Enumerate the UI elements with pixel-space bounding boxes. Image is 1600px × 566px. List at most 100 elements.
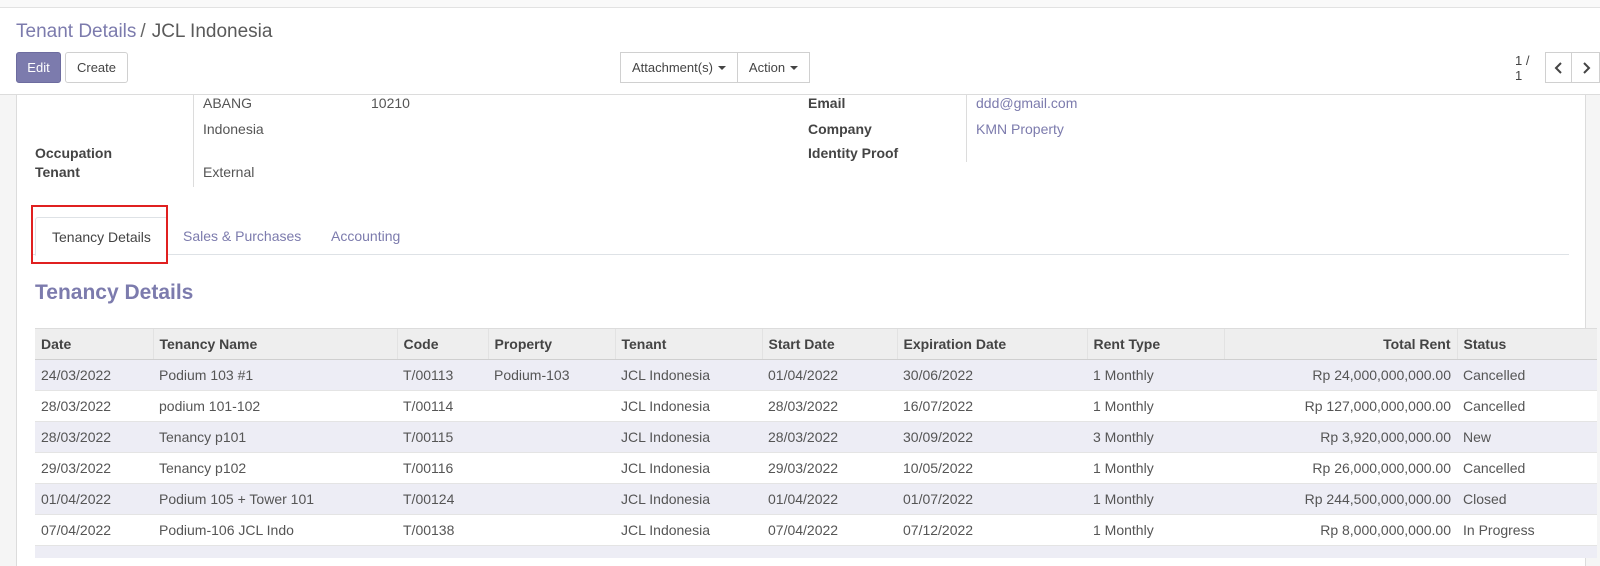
sidebar-actions: Attachment(s) Action	[620, 52, 811, 83]
occupation-value: External	[203, 164, 255, 180]
cell-expiration-date: 07/12/2022	[897, 514, 1087, 546]
caret-down-icon	[790, 65, 799, 70]
cell-status: Cancelled	[1457, 359, 1597, 391]
cell-total-rent: Rp 244,500,000,000.00	[1224, 483, 1457, 515]
table-row[interactable]: 28/03/2022 podium 101-102 T/00114 JCL In…	[35, 390, 1597, 422]
notebook-tabs: Tenancy Details Sales & Purchases Accoun…	[33, 205, 1569, 256]
cell-date: 07/04/2022	[35, 514, 153, 546]
column-header-rent-type[interactable]: Rent Type	[1086, 328, 1224, 360]
email-link[interactable]: ddd@gmail.com	[976, 95, 1077, 111]
cell-total-rent: Rp 24,000,000,000.00	[1224, 359, 1457, 391]
caret-down-icon	[717, 65, 726, 70]
cell-tenant: JCL Indonesia	[615, 390, 762, 422]
action-label: Action	[748, 60, 786, 75]
column-header-expiration-date[interactable]: Expiration Date	[896, 328, 1087, 360]
breadcrumb-parent-link[interactable]: Tenant Details	[16, 21, 136, 42]
cell-tenant: JCL Indonesia	[615, 421, 762, 453]
cell-expiration-date: 30/06/2022	[897, 359, 1087, 391]
cell-total-rent: Rp 8,000,000,000.00	[1224, 514, 1457, 546]
identity-proof-label: Identity Proof	[808, 145, 899, 161]
table-row-partial	[35, 545, 1597, 558]
cell-date: 01/04/2022	[35, 483, 153, 515]
address-street: ABANG	[203, 95, 253, 111]
section-title: Tenancy Details	[35, 281, 194, 304]
tab-accounting[interactable]: Accounting	[315, 217, 416, 255]
address-country: Indonesia	[203, 121, 264, 137]
table-row[interactable]: 07/04/2022 Podium-106 JCL Indo T/00138 J…	[35, 514, 1597, 546]
table-header-row: Date Tenancy Name Code Property Tenant S…	[35, 328, 1597, 360]
company-label: Company	[808, 121, 872, 137]
cell-status: Cancelled	[1457, 452, 1597, 484]
cell-property	[488, 421, 615, 453]
cell-property: Podium-103	[488, 359, 615, 391]
pager-previous-button[interactable]	[1544, 52, 1573, 83]
column-header-total-rent[interactable]: Total Rent	[1223, 328, 1457, 360]
cell-start-date: 28/03/2022	[762, 390, 897, 422]
column-header-code[interactable]: Code	[396, 328, 488, 360]
cell-property	[488, 483, 615, 515]
edit-button[interactable]: Edit	[16, 52, 61, 83]
email-label: Email	[808, 95, 846, 111]
cell-tenant: JCL Indonesia	[615, 514, 762, 546]
cell-total-rent: Rp 3,920,000,000.00	[1224, 421, 1457, 453]
cell-start-date: 01/04/2022	[762, 359, 897, 391]
pager-next-button[interactable]	[1572, 52, 1600, 83]
control-panel: Tenant Details / JCL Indonesia Edit Create…	[0, 8, 1600, 95]
top-navbar-strip	[0, 0, 1600, 8]
cell-start-date: 28/03/2022	[762, 421, 897, 453]
table-row[interactable]: 24/03/2022 Podium 103 #1 T/00113 Podium-…	[35, 359, 1597, 391]
company-link[interactable]: KMN Property	[976, 121, 1064, 137]
chevron-left-icon	[1554, 61, 1562, 74]
table-row[interactable]: 01/04/2022 Podium 105 + Tower 101 T/0012…	[35, 483, 1597, 515]
pager: 1 / 1	[1515, 52, 1600, 83]
table-row[interactable]: 29/03/2022 Tenancy p102 T/00116 JCL Indo…	[35, 452, 1597, 484]
cell-tenancy-name: Podium 105 + Tower 101	[153, 483, 397, 515]
cell-expiration-date: 01/07/2022	[897, 483, 1087, 515]
cell-code: T/00124	[397, 483, 488, 515]
cell-date: 28/03/2022	[35, 390, 153, 422]
cell-total-rent: Rp 127,000,000,000.00	[1224, 390, 1457, 422]
cell-status: In Progress	[1457, 514, 1597, 546]
column-header-start-date[interactable]: Start Date	[761, 328, 897, 360]
column-header-tenancy-name[interactable]: Tenancy Name	[152, 328, 397, 360]
cell-rent-type: 1 Monthly	[1087, 359, 1224, 391]
column-header-property[interactable]: Property	[487, 328, 615, 360]
cell-code: T/00113	[397, 359, 488, 391]
cell-status: Closed	[1457, 483, 1597, 515]
column-header-status[interactable]: Status	[1456, 328, 1597, 360]
cell-tenancy-name: Podium-106 JCL Indo	[153, 514, 397, 546]
cell-date: 28/03/2022	[35, 421, 153, 453]
cell-start-date: 07/04/2022	[762, 514, 897, 546]
chevron-right-icon	[1582, 61, 1591, 74]
cell-tenancy-name: Tenancy p101	[153, 421, 397, 453]
table-row	[35, 545, 1597, 558]
cell-date: 24/03/2022	[35, 359, 153, 391]
create-button[interactable]: Create	[65, 52, 128, 83]
cell-tenant: JCL Indonesia	[615, 483, 762, 515]
cell-expiration-date: 30/09/2022	[897, 421, 1087, 453]
field-divider	[966, 95, 967, 162]
cell-property	[488, 390, 615, 422]
tab-sales-purchases[interactable]: Sales & Purchases	[167, 217, 317, 255]
occupation-label-tenant: Tenant	[35, 164, 80, 180]
highlight-annotation	[31, 205, 168, 264]
column-header-tenant[interactable]: Tenant	[614, 328, 762, 360]
form-sheet: ABANG 10210 Indonesia Occupation Tenant …	[16, 95, 1597, 566]
table-row[interactable]: 28/03/2022 Tenancy p101 T/00115 JCL Indo…	[35, 421, 1597, 453]
cell-tenant: JCL Indonesia	[615, 452, 762, 484]
cell-start-date: 29/03/2022	[762, 452, 897, 484]
action-dropdown[interactable]: Action	[737, 52, 811, 83]
cell-status: Cancelled	[1457, 390, 1597, 422]
tenancy-table: Date Tenancy Name Code Property Tenant S…	[35, 328, 1597, 558]
cell-tenancy-name: Tenancy p102	[153, 452, 397, 484]
column-header-date[interactable]: Date	[35, 328, 153, 360]
cell-rent-type: 1 Monthly	[1087, 483, 1224, 515]
cell-rent-type: 3 Monthly	[1087, 421, 1224, 453]
cell-code: T/00138	[397, 514, 488, 546]
breadcrumb-separator: /	[140, 21, 146, 42]
cell-code: T/00114	[397, 390, 488, 422]
cell-tenancy-name: Podium 103 #1	[153, 359, 397, 391]
cell-property	[488, 514, 615, 546]
pager-value[interactable]: 1 / 1	[1515, 53, 1537, 83]
attachments-dropdown[interactable]: Attachment(s)	[620, 52, 738, 83]
